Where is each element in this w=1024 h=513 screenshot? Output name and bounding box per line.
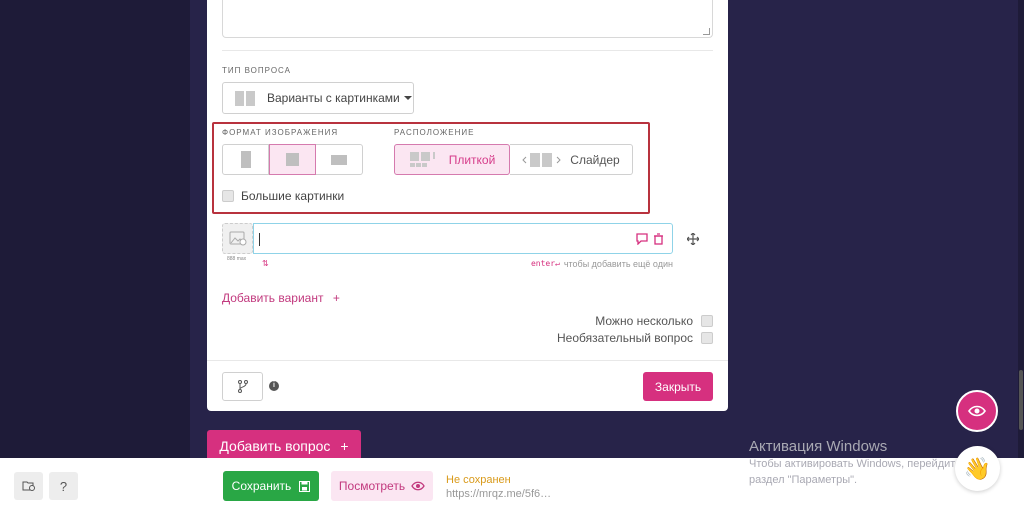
windows-activation-line2: раздел "Параметры". <box>749 474 858 486</box>
enter-hint-text: чтобы добавить ещё один <box>563 259 673 269</box>
folder-icon <box>22 481 35 491</box>
image-choice-icon <box>235 90 255 106</box>
divider <box>222 50 713 51</box>
save-button[interactable]: Сохранить <box>223 471 319 501</box>
chevron-down-icon <box>403 96 412 100</box>
plus-icon: + <box>340 438 349 454</box>
trash-icon[interactable] <box>653 233 664 245</box>
plus-icon: + <box>332 291 340 305</box>
save-label: Сохранить <box>231 479 292 493</box>
multiple-answers-option[interactable]: Можно несколько <box>595 314 713 328</box>
left-background <box>0 0 190 458</box>
image-size-hint: 888 max <box>227 256 247 262</box>
question-type-dropdown[interactable]: Варианты с картинками <box>222 82 414 114</box>
answer-option-input[interactable] <box>253 223 673 254</box>
optional-question-label: Необязательный вопрос <box>557 331 693 345</box>
enter-key-hint: enter↵ <box>530 259 560 268</box>
preview-fab-button[interactable] <box>956 390 998 432</box>
floppy-disk-icon <box>299 480 311 492</box>
add-question-label: Добавить вопрос <box>219 438 331 454</box>
preview-button[interactable]: Посмотреть <box>331 471 433 501</box>
multiple-answers-label: Можно несколько <box>595 314 693 328</box>
upload-image-button[interactable] <box>222 223 253 254</box>
windows-activation-title: Активация Windows <box>749 438 888 455</box>
wave-hand-icon[interactable]: 👋 <box>955 446 1000 491</box>
comment-icon[interactable] <box>636 233 648 245</box>
highlight-annotation <box>212 122 650 214</box>
close-button[interactable]: Закрыть <box>643 372 713 401</box>
branch-icon <box>237 380 248 393</box>
branching-button[interactable] <box>222 372 263 401</box>
question-type-label: ТИП ВОПРОСА <box>222 66 291 75</box>
scrollbar-thumb[interactable] <box>1019 370 1023 430</box>
scrollbar[interactable] <box>1018 0 1024 458</box>
help-button[interactable]: ? <box>49 472 78 500</box>
image-upload-icon <box>229 231 246 246</box>
add-variant-link[interactable]: Добавить вариант + <box>222 291 340 305</box>
question-type-value: Варианты с картинками <box>267 91 400 105</box>
enter-hint: enter↵ чтобы добавить ещё один <box>531 259 673 269</box>
quiz-link[interactable]: https://mrqz.me/5f6… <box>446 488 551 500</box>
eye-icon <box>968 405 986 417</box>
add-variant-label: Добавить вариант <box>222 291 324 305</box>
question-description-textarea[interactable] <box>222 0 713 38</box>
optional-question-checkbox[interactable] <box>701 332 713 344</box>
footer-divider <box>207 360 728 361</box>
windows-activation-line1: Чтобы активировать Windows, перейдите в <box>749 458 971 470</box>
preview-label: Посмотреть <box>338 479 406 493</box>
optional-question-option[interactable]: Необязательный вопрос <box>557 331 713 345</box>
info-icon[interactable]: i <box>269 381 279 391</box>
sort-icon[interactable]: ⇅ <box>262 259 269 268</box>
save-status: Не сохранен <box>446 474 511 486</box>
folder-settings-button[interactable] <box>14 472 43 500</box>
eye-icon <box>411 481 425 491</box>
multiple-answers-checkbox[interactable] <box>701 315 713 327</box>
move-icon[interactable] <box>687 233 699 245</box>
text-cursor <box>259 233 260 246</box>
answer-option-row <box>222 223 674 254</box>
